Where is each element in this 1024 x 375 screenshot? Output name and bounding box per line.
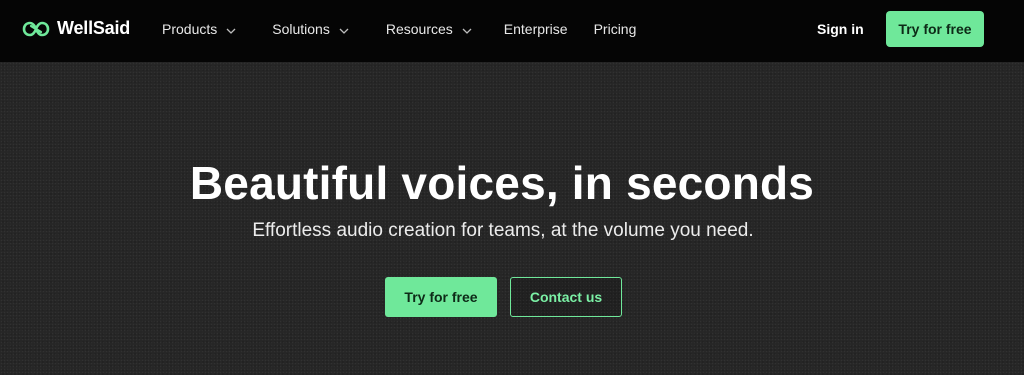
brand-name: WellSaid [57, 18, 131, 38]
nav-item-label: Enterprise [503, 21, 568, 37]
nav-item-label: Products [162, 21, 218, 37]
nav-item-label: Pricing [593, 21, 637, 37]
nav-item-products[interactable]: Products [162, 0, 236, 58]
chevron-down-icon [226, 21, 236, 37]
sign-in-link[interactable]: Sign in [817, 0, 864, 58]
brand-logo[interactable]: WellSaid [22, 18, 130, 39]
nav-item-label: Resources [385, 21, 453, 37]
nav-try-for-free-button[interactable]: Try for free [886, 11, 984, 47]
top-navigation-bar: WellSaid Products Solutions Resources En… [0, 0, 1024, 62]
hero-subtitle: Effortless audio creation for teams, at … [252, 220, 754, 241]
nav-item-label: Solutions [272, 21, 330, 37]
page: WellSaid Products Solutions Resources En… [0, 0, 1024, 375]
contact-us-button[interactable]: Contact us [510, 277, 622, 317]
nav-item-solutions[interactable]: Solutions [272, 0, 349, 58]
chevron-down-icon [339, 21, 349, 37]
main-nav: Products Solutions Resources Enterprise [162, 0, 636, 58]
nav-item-enterprise[interactable]: Enterprise [504, 0, 568, 58]
double-loop-infinity-icon [22, 19, 50, 39]
try-for-free-button[interactable]: Try for free [385, 277, 497, 317]
hero-section: Beautiful voices, in seconds Effortless … [0, 62, 1024, 375]
chevron-down-icon [462, 21, 472, 37]
hero-title: Beautiful voices, in seconds [189, 157, 815, 209]
nav-item-pricing[interactable]: Pricing [594, 0, 637, 58]
nav-item-resources[interactable]: Resources [386, 0, 472, 58]
